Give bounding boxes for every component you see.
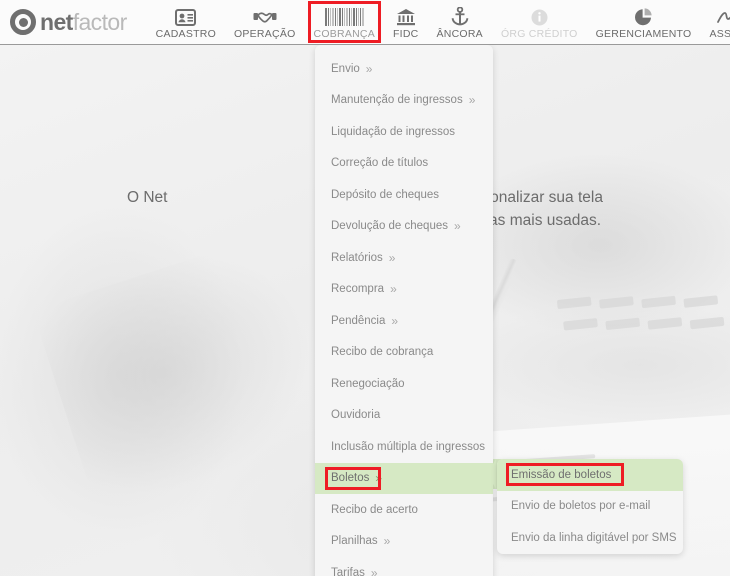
bank-icon: [396, 6, 416, 26]
nav-label-gerenciamento: GERENCIAMENTO: [595, 28, 692, 40]
nav-label-org-credito: ÓRG CRÉDITO: [500, 28, 578, 40]
nav-item-org-credito[interactable]: ÓRG CRÉDITO: [492, 0, 587, 45]
submenu-item-label: Envio da linha digitável por SMS: [511, 531, 677, 544]
menu-item-recibo-de-cobranca[interactable]: Recibo de cobrança: [315, 337, 493, 369]
anchor-icon: [451, 6, 469, 26]
chevron-right-icon: »: [383, 534, 391, 549]
application-window: O Net você pode personalizar sua tela nd…: [0, 0, 730, 576]
menu-item-tarifas[interactable]: Tarifas »: [315, 557, 493, 576]
menu-item-label: Renegociação: [331, 377, 405, 390]
id-card-icon: [175, 6, 197, 26]
chevron-right-icon: »: [391, 313, 399, 328]
nav-item-cobranca[interactable]: COBRANÇA: [305, 0, 385, 45]
submenu-item-envio-da-linha-digitavel-por-sms[interactable]: Envio da linha digitável por SMS: [497, 522, 683, 554]
submenu-item-label: Emissão de boletos: [511, 468, 612, 481]
nav-item-cadastro[interactable]: CADASTRO: [147, 0, 225, 45]
menu-item-label: Correção de títulos: [331, 157, 429, 170]
menu-item-boletos[interactable]: Boletos »: [315, 462, 493, 494]
menu-item-relatorios[interactable]: Relatórios »: [315, 242, 493, 274]
menu-item-label: Depósito de cheques: [331, 188, 440, 201]
menu-item-label: Recibo de cobrança: [331, 346, 434, 359]
menu-item-label: Devolução de cheques: [331, 220, 448, 233]
menu-item-label: Manutenção de ingressos: [331, 94, 463, 107]
nav-label-operacao: OPERAÇÃO: [233, 28, 296, 40]
submenu-item-emissao-de-boletos[interactable]: Emissão de boletos: [497, 459, 683, 491]
welcome-line-1-left: O Net: [127, 189, 168, 206]
menu-item-manutencao-de-ingressos[interactable]: Manutenção de ingressos »: [315, 85, 493, 117]
handshake-icon: [253, 6, 277, 26]
menu-item-deposito-de-cheques[interactable]: Depósito de cheques: [315, 179, 493, 211]
nav-label-ancora: ÂNCORA: [436, 28, 483, 40]
boletos-submenu: Emissão de boletos Envio de boletos por …: [497, 459, 683, 554]
chevron-right-icon: »: [370, 565, 378, 576]
top-header: netfactor CADASTRO OPERAÇÃO COBRANÇA FID…: [0, 0, 730, 45]
chevron-right-icon: »: [365, 61, 373, 76]
nav-item-fidc[interactable]: FIDC: [384, 0, 428, 45]
pie-chart-icon: [634, 6, 653, 26]
menu-item-pendencia[interactable]: Pendência »: [315, 305, 493, 337]
menu-item-label: Boletos: [331, 472, 370, 485]
info-icon: [531, 6, 548, 26]
menu-item-devolucao-de-cheques[interactable]: Devolução de cheques »: [315, 211, 493, 243]
menu-item-renegociacao[interactable]: Renegociação: [315, 368, 493, 400]
netfactor-logo-icon: [10, 9, 36, 35]
menu-item-label: Ouvidoria: [331, 409, 381, 422]
chevron-right-icon: »: [375, 471, 383, 486]
menu-item-liquidacao-de-ingressos[interactable]: Liquidação de ingressos: [315, 116, 493, 148]
menu-item-recompra[interactable]: Recompra »: [315, 274, 493, 306]
submenu-arrow-icon: [487, 459, 496, 489]
nav-label-cobranca: COBRANÇA: [313, 28, 376, 40]
menu-item-inclusao-multipla-de-ingressos[interactable]: Inclusão múltipla de ingressos: [315, 431, 493, 463]
menu-item-planilhas[interactable]: Planilhas »: [315, 526, 493, 558]
menu-item-label: Inclusão múltipla de ingressos: [331, 440, 486, 453]
menu-item-label: Liquidação de ingressos: [331, 125, 456, 138]
menu-item-label: Pendência: [331, 314, 386, 327]
submenu-item-label: Envio de boletos por e-mail: [511, 500, 651, 513]
brand-text-light: factor: [72, 8, 128, 35]
menu-item-label: Tarifas: [331, 566, 365, 576]
brand-text-bold: net: [40, 8, 73, 35]
brand-text: netfactor: [40, 8, 128, 35]
menu-item-label: Recibo de acerto: [331, 503, 418, 516]
signature-icon: [716, 6, 730, 26]
barcode-icon: [324, 6, 364, 26]
menu-item-label: Planilhas: [331, 535, 378, 548]
nav-label-cadastro: CADASTRO: [155, 28, 216, 40]
nav-label-fidc: FIDC: [393, 28, 419, 40]
brand-logo[interactable]: netfactor: [0, 9, 139, 35]
chevron-right-icon: »: [388, 250, 396, 265]
chevron-right-icon: »: [390, 282, 397, 297]
menu-item-envio[interactable]: Envio »: [315, 53, 493, 85]
chevron-right-icon: »: [468, 93, 476, 108]
chevron-right-icon: »: [454, 219, 461, 234]
nav-label-assin: ASSIN: [709, 28, 730, 40]
menu-item-label: Relatórios: [331, 251, 383, 264]
menu-item-label: Envio: [331, 62, 360, 75]
submenu-item-envio-de-boletos-por-email[interactable]: Envio de boletos por e-mail: [497, 491, 683, 523]
nav-item-assin[interactable]: ASSIN: [700, 0, 730, 45]
menu-item-ouvidoria[interactable]: Ouvidoria: [315, 400, 493, 432]
menu-item-recibo-de-acerto[interactable]: Recibo de acerto: [315, 494, 493, 526]
nav-item-ancora[interactable]: ÂNCORA: [428, 0, 492, 45]
menu-item-label: Recompra: [331, 283, 385, 296]
main-navigation: CADASTRO OPERAÇÃO COBRANÇA FIDC ÂNCORA Ó…: [147, 0, 730, 45]
nav-item-gerenciamento[interactable]: GERENCIAMENTO: [587, 0, 701, 45]
menu-item-correcao-de-titulos[interactable]: Correção de títulos: [315, 148, 493, 180]
nav-item-operacao[interactable]: OPERAÇÃO: [225, 0, 305, 45]
cobranca-dropdown-menu: Envio » Manutenção de ingressos » Liquid…: [315, 45, 493, 576]
